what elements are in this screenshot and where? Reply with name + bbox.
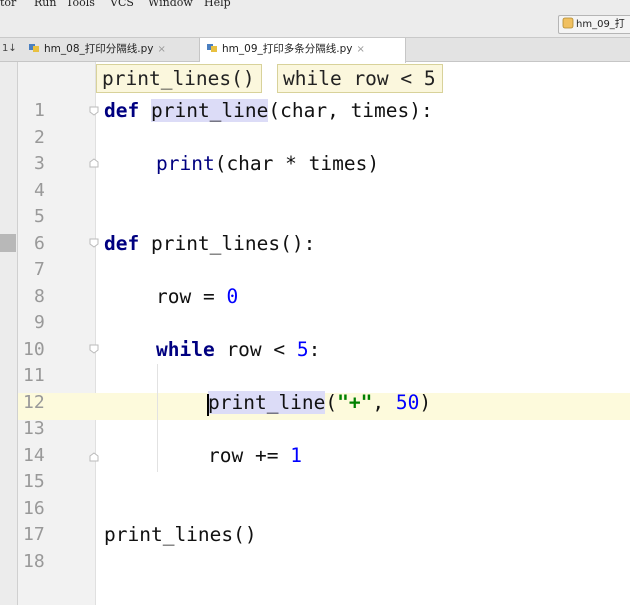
line-number: 17: [23, 524, 45, 545]
line-number: 11: [23, 365, 45, 386]
line-number: 9: [34, 312, 45, 333]
code-text: (char * times): [214, 152, 380, 175]
line-number: 12: [23, 392, 45, 413]
code-text: (char, times):: [268, 99, 433, 122]
line-number: 10: [23, 339, 45, 360]
breadcrumb-function[interactable]: print_lines(): [96, 64, 262, 93]
number-literal: 0: [226, 285, 239, 308]
code-line-12[interactable]: print_line("+", 50): [208, 390, 431, 417]
menu-bar: tor Run Tools VCS Window Help: [0, 0, 630, 10]
python-file-icon: [29, 44, 39, 52]
code-text: row +=: [208, 444, 291, 467]
function-name: print_line: [150, 99, 269, 122]
keyword: def: [104, 232, 140, 255]
indent-guide: [157, 364, 158, 472]
nav-file-tab[interactable]: hm_09_打: [558, 15, 630, 34]
keyword: def: [104, 99, 140, 122]
menu-item-tools-partial[interactable]: tor: [0, 0, 16, 9]
line-number: 8: [34, 286, 45, 307]
breadcrumb-while[interactable]: while row < 5: [277, 64, 443, 93]
line-number: 7: [34, 259, 45, 280]
code-text: :: [308, 338, 321, 361]
code-line-1[interactable]: def print_line(char, times):: [104, 98, 433, 125]
code-text: print_lines(): [104, 523, 257, 546]
code-line-17[interactable]: print_lines(): [104, 522, 257, 549]
navigation-bar: hm_09_打: [0, 10, 630, 38]
nav-file-label: hm_09_打: [576, 19, 625, 30]
code-text: (: [325, 391, 338, 414]
code-line-6[interactable]: def print_lines():: [104, 231, 315, 258]
menu-item-run[interactable]: Run: [34, 0, 56, 9]
fold-end-icon[interactable]: [88, 451, 100, 463]
tab-hm-09[interactable]: hm_09_打印多条分隔线.py ×: [200, 38, 406, 63]
code-text: ): [419, 391, 432, 414]
code-line-8[interactable]: row = 0: [156, 284, 238, 311]
menu-item-vcs[interactable]: VCS: [110, 0, 134, 9]
tab-hm-08[interactable]: hm_08_打印分隔线.py ×: [22, 38, 200, 62]
tab-label: hm_08_打印分隔线.py: [44, 43, 154, 55]
line-number: 4: [34, 180, 45, 201]
number-literal: 1: [290, 444, 302, 467]
fold-open-icon[interactable]: [88, 237, 100, 249]
code-text: ,: [372, 391, 396, 414]
fold-end-icon[interactable]: [88, 157, 100, 169]
menu-item-help[interactable]: Help: [204, 0, 231, 9]
line-number: 3: [34, 153, 45, 174]
line-number: 13: [23, 418, 45, 439]
python-file-icon: [562, 17, 574, 29]
code-line-3[interactable]: print(char * times): [156, 151, 379, 178]
tab-label: hm_09_打印多条分隔线.py: [222, 43, 353, 55]
code-line-10[interactable]: while row < 5:: [156, 337, 320, 364]
editor-tab-bar: 1↓ hm_08_打印分隔线.py × hm_09_打印多条分隔线.py ×: [0, 38, 630, 63]
line-number: 1: [34, 100, 45, 121]
line-number: 14: [23, 445, 45, 466]
text-caret: [207, 394, 209, 416]
close-tab-icon[interactable]: ×: [157, 44, 165, 55]
tab-scroll-indicator[interactable]: 1↓: [0, 38, 22, 62]
tool-window-marker[interactable]: [0, 234, 16, 252]
function-name: print_line: [208, 391, 326, 414]
fold-open-icon[interactable]: [88, 343, 100, 355]
builtin-function: print: [156, 152, 215, 175]
line-number: 6: [34, 233, 45, 254]
code-text: print_lines():: [139, 232, 316, 255]
code-text: row =: [156, 285, 227, 308]
close-tab-icon[interactable]: ×: [356, 44, 364, 55]
line-number: 15: [23, 471, 45, 492]
number-literal: 5: [296, 338, 309, 361]
python-file-icon: [207, 44, 217, 52]
keyword: while: [156, 338, 215, 361]
menu-item-tools[interactable]: Tools: [66, 0, 95, 9]
left-tool-strip: [0, 62, 18, 605]
code-text: row <: [214, 338, 297, 361]
code-line-14[interactable]: row += 1: [208, 443, 302, 470]
menu-item-window[interactable]: Window: [148, 0, 193, 9]
fold-open-icon[interactable]: [88, 105, 100, 117]
line-number: 2: [34, 127, 45, 148]
number-literal: 50: [395, 391, 420, 414]
line-number: 5: [34, 206, 45, 227]
string-literal: "+": [337, 391, 373, 414]
line-number: 16: [23, 498, 45, 519]
line-number: 18: [23, 551, 45, 572]
